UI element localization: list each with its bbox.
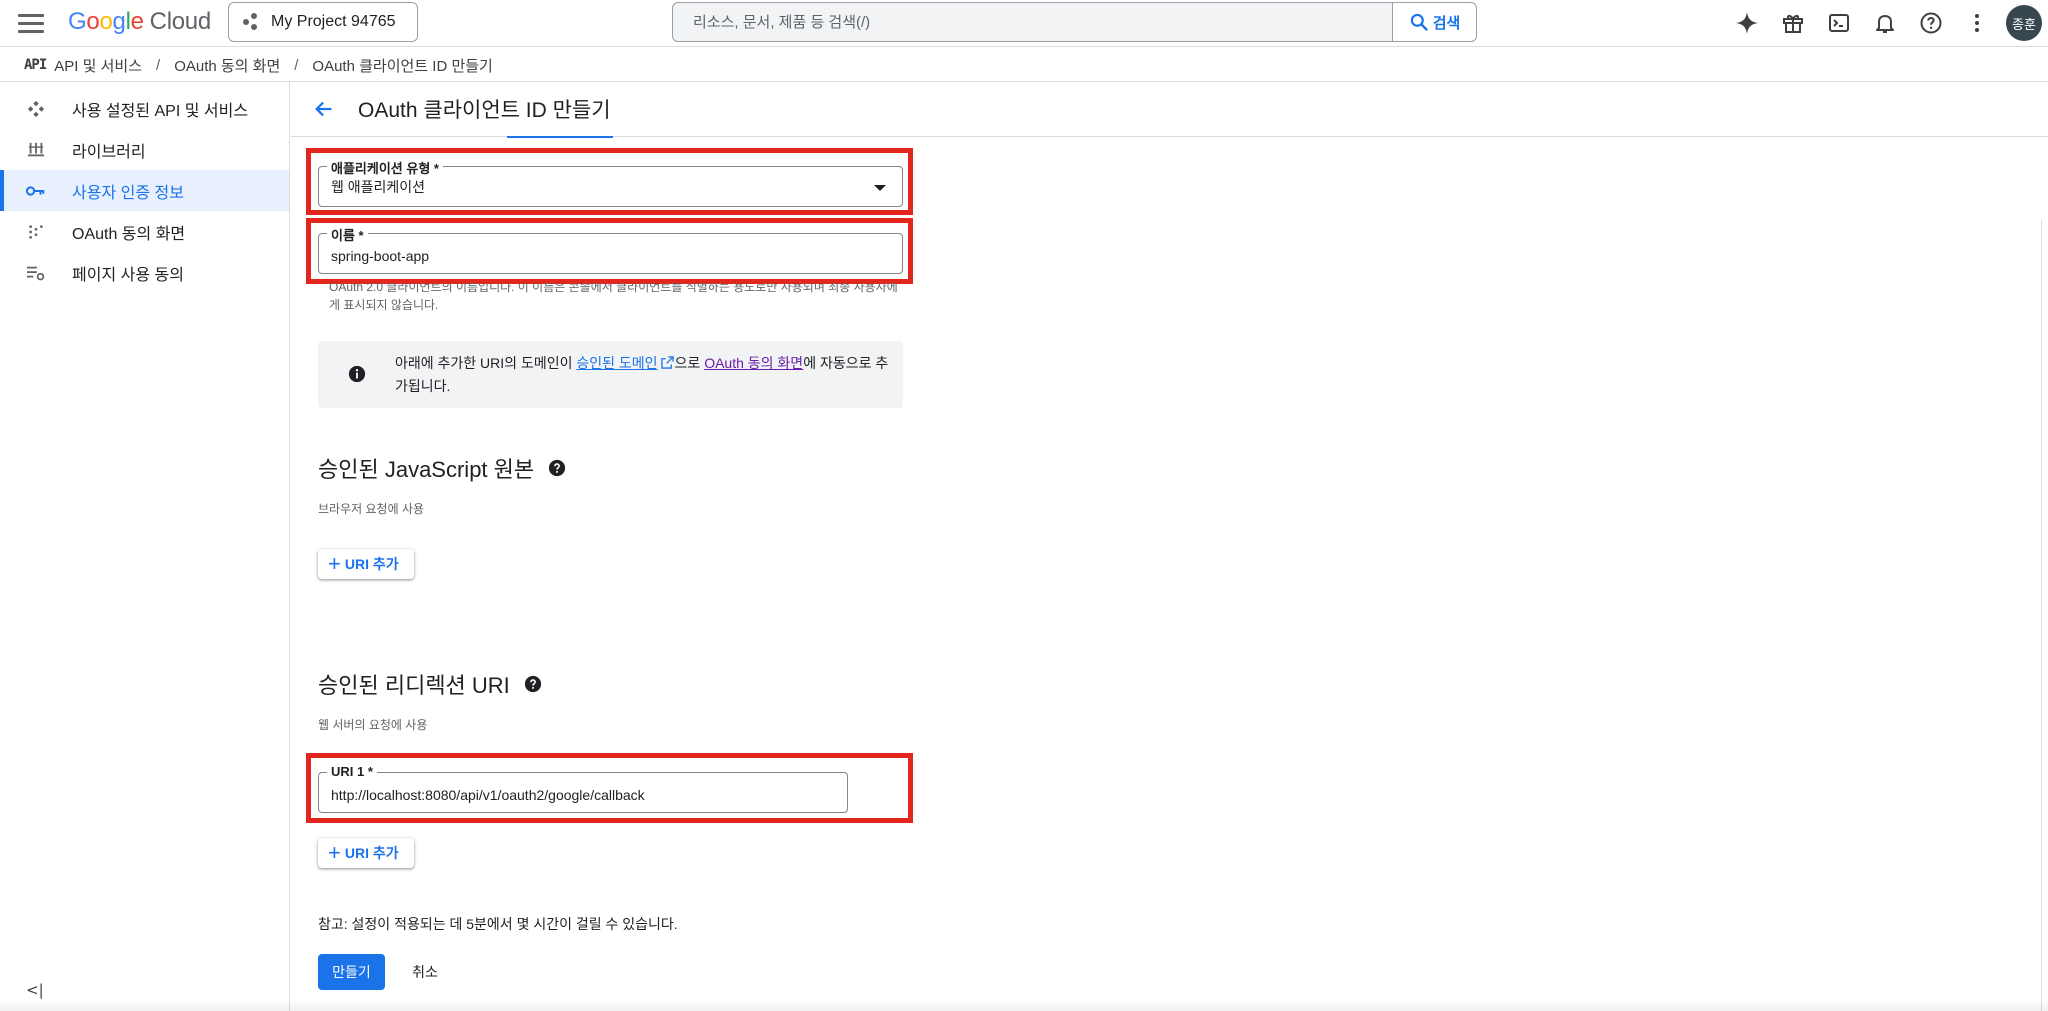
scroll-indicator (507, 136, 613, 138)
name-label: 이름 * (327, 225, 368, 244)
name-field: 이름 * (318, 225, 903, 274)
collapse-sidebar-icon[interactable]: <| (26, 981, 50, 999)
google-cloud-logo[interactable]: Google Cloud (68, 8, 211, 36)
redirect-uris-subtitle: 웹 서버의 요청에 사용 (318, 718, 428, 732)
redirect-uri-1-field: URI 1 * (318, 764, 848, 813)
application-type-value: 웹 애플리케이션 (331, 178, 426, 195)
more-vert-icon[interactable] (1954, 0, 2000, 46)
sidebar-item-page-usage[interactable]: 페이지 사용 동의 (0, 252, 289, 293)
sidebar-item-label: 라이브러리 (72, 143, 146, 161)
sidebar-item-enabled-apis[interactable]: 사용 설정된 API 및 서비스 (0, 88, 289, 129)
name-input[interactable] (331, 244, 890, 267)
help-icon[interactable] (1908, 0, 1954, 46)
sidebar-item-label: OAuth 동의 화면 (72, 225, 186, 243)
main-menu-icon[interactable] (18, 11, 44, 33)
info-text: 아래에 추가한 URI의 도메인이 승인된 도메인 으로 OAuth 동의 화면에… (395, 355, 889, 394)
notifications-bell-icon[interactable] (1862, 0, 1908, 46)
cloud-shell-icon[interactable] (1816, 0, 1862, 46)
js-origins-subtitle: 브라우저 요청에 사용 (318, 502, 425, 516)
scrollbar-track[interactable] (2041, 220, 2042, 1011)
create-button[interactable]: 만들기 (318, 954, 385, 990)
name-hint: OAuth 2.0 클라이언트의 이름입니다. 이 이름은 콘솔에서 클라이언트… (329, 280, 898, 312)
plus-icon: + (328, 840, 341, 865)
project-hub-icon (243, 13, 261, 31)
bottom-shadow (0, 1000, 2048, 1011)
account-avatar[interactable]: 종훈 (2006, 5, 2042, 41)
authorized-domains-link[interactable]: 승인된 도메인 (576, 355, 657, 371)
api-logo-icon: API (24, 57, 47, 73)
sidebar: 사용 설정된 API 및 서비스 라이브러리 사용자 인증 정보 OAuth 동… (0, 82, 290, 1011)
sidebar-item-label: 페이지 사용 동의 (72, 266, 184, 284)
breadcrumb: API API 및 서비스 / OAuth 동의 화면 / OAuth 클라이언… (24, 55, 493, 76)
search-bar: 검색 (672, 2, 1477, 42)
library-icon (26, 140, 46, 160)
external-link-icon (660, 356, 674, 369)
breadcrumb-oauth-consent[interactable]: OAuth 동의 화면 (174, 55, 280, 76)
breadcrumb-api-services[interactable]: API 및 서비스 (54, 55, 142, 76)
redirect-uri-1-label: URI 1 * (327, 764, 377, 779)
sidebar-item-oauth-consent[interactable]: OAuth 동의 화면 (0, 211, 289, 252)
dropdown-arrow-icon (874, 185, 886, 191)
search-icon (1410, 13, 1428, 31)
help-question-icon[interactable] (524, 675, 542, 693)
info-icon (348, 365, 366, 388)
oauth-consent-link[interactable]: OAuth 동의 화면 (704, 355, 803, 371)
application-type-select[interactable]: 애플리케이션 유형 * 웹 애플리케이션 (318, 158, 903, 207)
redirect-uris-title: 승인된 리디렉션 URI (318, 668, 542, 700)
redirect-uri-1-input[interactable] (331, 783, 835, 806)
apis-icon (26, 99, 46, 119)
add-js-origin-uri-button[interactable]: + URI 추가 (318, 549, 414, 579)
sidebar-item-label: 사용 설정된 API 및 서비스 (72, 102, 249, 120)
info-banner: 아래에 추가한 URI의 도메인이 승인된 도메인 으로 OAuth 동의 화면에… (318, 341, 903, 408)
page-settings-icon (26, 263, 46, 283)
project-name: My Project 94765 (271, 13, 396, 30)
plus-icon: + (328, 551, 341, 576)
search-button[interactable]: 검색 (1392, 3, 1476, 41)
settings-delay-note: 참고: 설정이 적용되는 데 5분에서 몇 시간이 걸릴 수 있습니다. (318, 916, 678, 932)
js-origins-title: 승인된 JavaScript 원본 (318, 452, 566, 484)
project-selector-button[interactable]: My Project 94765 (228, 2, 418, 42)
search-button-label: 검색 (1432, 14, 1461, 32)
gemini-sparkle-icon[interactable] (1724, 0, 1770, 46)
top-bar: GoogleCloud My Project 94765 검색 (0, 0, 2048, 47)
back-arrow-icon[interactable] (304, 89, 344, 129)
key-icon (26, 181, 46, 201)
page-title: OAuth 클라이언트 ID 만들기 (358, 99, 611, 122)
sidebar-item-credentials[interactable]: 사용자 인증 정보 (0, 170, 289, 211)
gift-icon[interactable] (1770, 0, 1816, 46)
breadcrumb-current: OAuth 클라이언트 ID 만들기 (312, 57, 493, 75)
consent-icon (26, 222, 46, 242)
help-question-icon[interactable] (548, 459, 566, 477)
sidebar-item-library[interactable]: 라이브러리 (0, 129, 289, 170)
page-header: OAuth 클라이언트 ID 만들기 (291, 82, 2048, 137)
cancel-button[interactable]: 취소 (400, 954, 450, 990)
add-redirect-uri-button[interactable]: + URI 추가 (318, 838, 414, 868)
search-input[interactable] (673, 3, 1392, 41)
sidebar-item-label: 사용자 인증 정보 (72, 184, 184, 202)
